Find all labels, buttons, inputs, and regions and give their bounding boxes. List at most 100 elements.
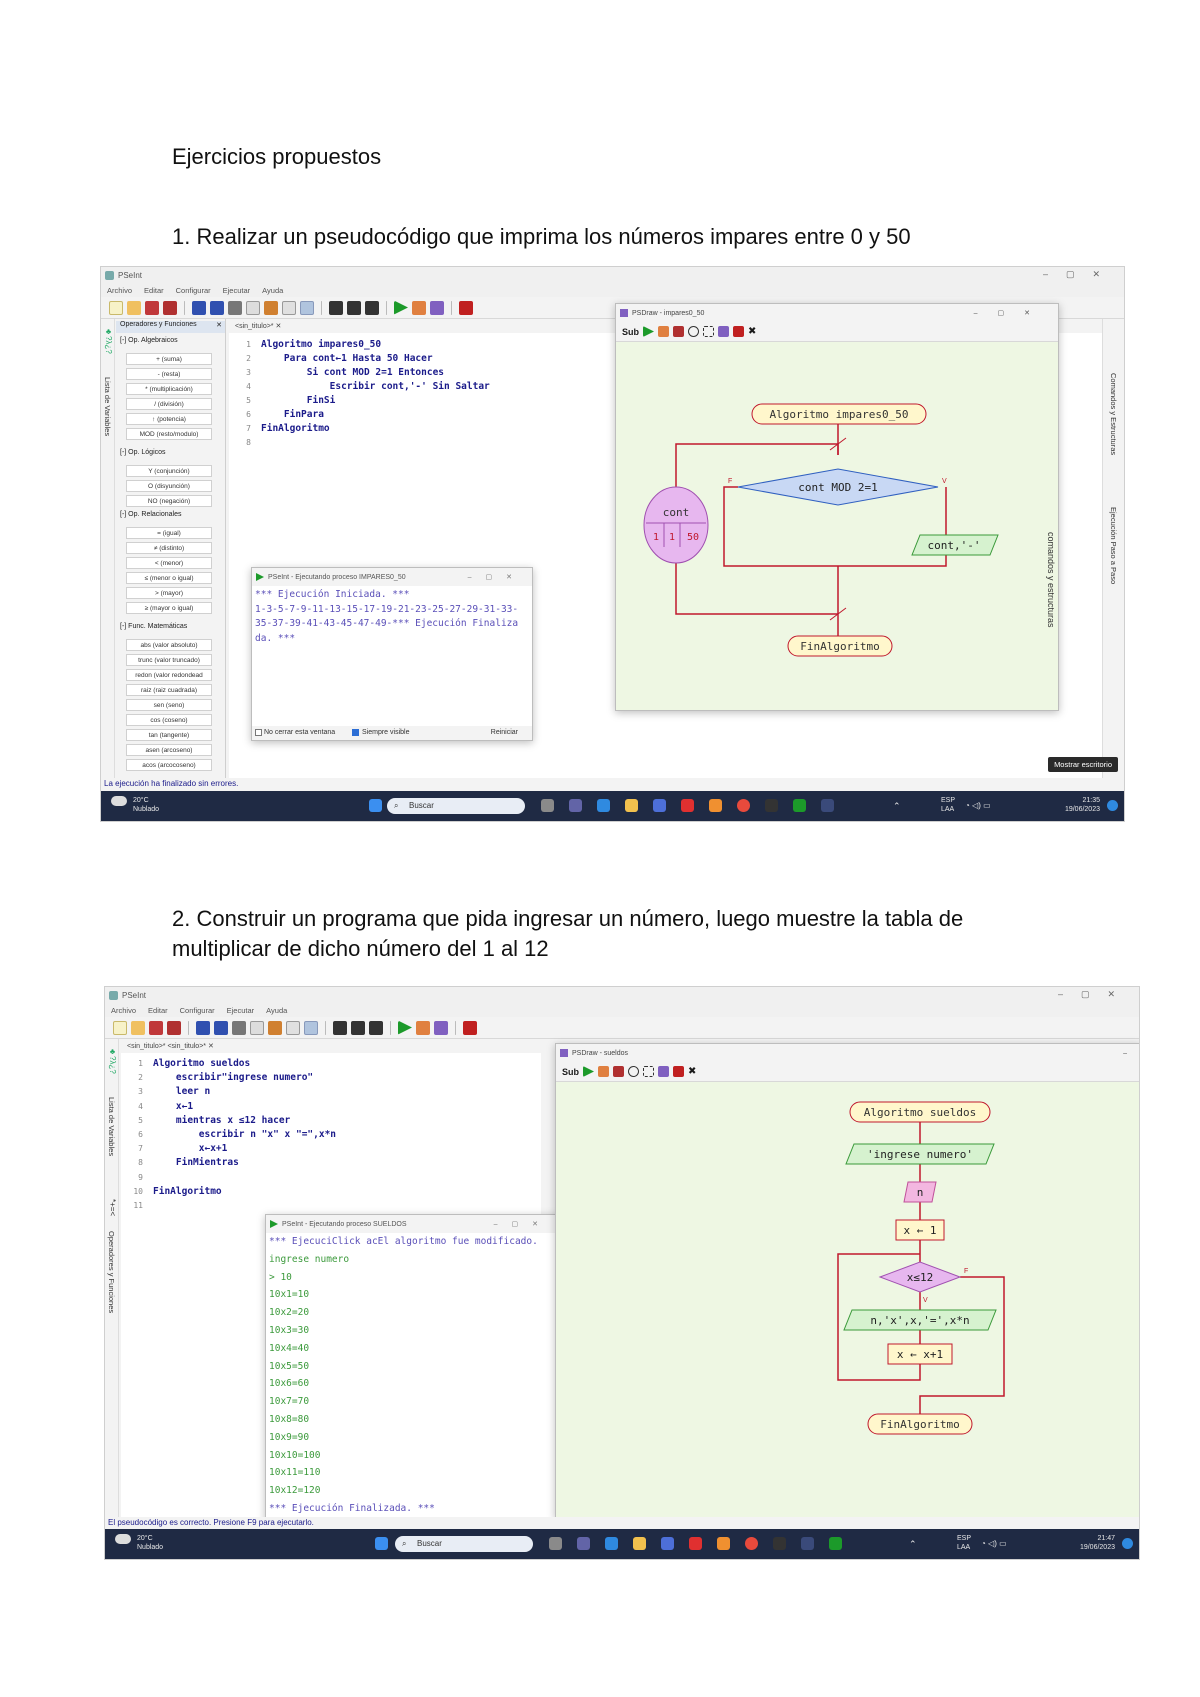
step-icon[interactable] <box>412 300 426 315</box>
code-line[interactable]: 1 Algoritmo sueldos <box>121 1056 250 1071</box>
code-line[interactable]: 5 mientras x ≤12 hacer <box>121 1113 290 1128</box>
functions-icon[interactable] <box>369 1020 383 1035</box>
window-controls[interactable]: –▢✕ <box>974 309 1050 317</box>
weather-widget[interactable]: 20°C Nublado <box>115 1534 163 1551</box>
menu-ayuda[interactable]: Ayuda <box>266 1006 287 1015</box>
menu-ejecutar[interactable]: Ejecutar <box>223 286 251 295</box>
chevron-up-icon[interactable]: ⌃ <box>893 801 901 812</box>
window-controls[interactable]: –▢✕ <box>494 1220 552 1228</box>
section-algebraicos[interactable]: [-] Op. Algebraicos <box>116 337 225 349</box>
psdraw-commands-tab[interactable]: comandos y estructuras <box>1046 532 1056 628</box>
variables-icon[interactable] <box>333 1020 347 1035</box>
zoom-icon[interactable] <box>688 326 699 337</box>
operator-button[interactable]: O (disyunción) <box>126 480 212 492</box>
code-line[interactable]: 3 Si cont MOD 2=1 Entonces <box>229 365 444 380</box>
chrome-icon[interactable] <box>745 1537 758 1550</box>
cut-icon[interactable] <box>232 1020 246 1035</box>
save-as-icon[interactable] <box>167 1020 181 1035</box>
code-line[interactable]: 2 escribir"ingrese numero" <box>121 1070 313 1085</box>
fit-icon[interactable] <box>703 326 714 337</box>
file-explorer-icon[interactable] <box>625 799 638 812</box>
flowchart-icon[interactable] <box>430 300 444 315</box>
redo-icon[interactable] <box>214 1020 228 1035</box>
window-controls[interactable]: –▢✕ <box>1058 989 1133 1000</box>
clock[interactable]: 21:47 19/06/2023 <box>1080 1534 1115 1552</box>
app-colorful-icon[interactable] <box>717 1537 730 1550</box>
close-icon[interactable]: ✕ <box>216 321 222 329</box>
restart-button[interactable]: Reiniciar <box>491 726 518 740</box>
function-button[interactable]: redon (valor redondead <box>126 669 212 681</box>
save-icon[interactable] <box>145 300 159 315</box>
menu-archivo[interactable]: Archivo <box>111 1006 136 1015</box>
task-view-icon[interactable] <box>549 1537 562 1550</box>
new-file-icon[interactable] <box>109 300 123 315</box>
function-button[interactable]: cos (coseno) <box>126 714 212 726</box>
teams-icon[interactable] <box>577 1537 590 1550</box>
chevron-up-icon[interactable]: ⌃ <box>909 1539 917 1550</box>
indent-icon[interactable] <box>286 1020 300 1035</box>
notification-icon[interactable] <box>1107 800 1118 811</box>
close-icon[interactable]: ✖ <box>688 1066 696 1077</box>
operator-button[interactable]: ↑ (potencia) <box>126 413 212 425</box>
operator-button[interactable]: ≠ (distinto) <box>126 542 212 554</box>
open-folder-icon[interactable] <box>127 300 141 315</box>
notification-icon[interactable] <box>1122 1538 1133 1549</box>
step-icon[interactable] <box>416 1020 430 1035</box>
paste-icon[interactable] <box>268 1020 282 1035</box>
help-icon[interactable] <box>733 326 744 337</box>
zoom-icon[interactable] <box>628 1066 639 1077</box>
code-line[interactable]: 3 leer n <box>121 1084 210 1099</box>
windows-start-icon[interactable] <box>375 1537 388 1550</box>
always-visible-checkbox[interactable] <box>352 729 359 736</box>
editor-tab[interactable]: <sin_titulo>* ✕ <box>235 322 281 330</box>
code-line[interactable]: 6 FinPara <box>229 407 324 422</box>
menu-editar[interactable]: Editar <box>144 286 164 295</box>
minimize-icon[interactable]: – <box>1123 1050 1127 1057</box>
operators-strip-icon[interactable]: *+=< <box>108 1199 117 1216</box>
code-line[interactable]: 9 <box>121 1170 153 1185</box>
menu-ayuda[interactable]: Ayuda <box>262 286 283 295</box>
psdraw-icon[interactable] <box>801 1537 814 1550</box>
run-icon[interactable] <box>394 300 408 315</box>
new-file-icon[interactable] <box>113 1020 127 1035</box>
section-logicos[interactable]: [-] Op. Lógicos <box>116 449 225 461</box>
save-icon[interactable] <box>149 1020 163 1035</box>
run-icon[interactable] <box>398 1020 412 1035</box>
file-explorer-icon[interactable] <box>633 1537 646 1550</box>
operator-button[interactable]: / (división) <box>126 398 212 410</box>
menu-configurar[interactable]: Configurar <box>176 286 211 295</box>
windows-start-icon[interactable] <box>369 799 382 812</box>
wifi-volume-battery-icon[interactable]: ◔ ◁) ▭ <box>965 801 991 810</box>
psdraw-icon[interactable] <box>821 799 834 812</box>
operator-button[interactable]: + (suma) <box>126 353 212 365</box>
indent-icon[interactable] <box>282 300 296 315</box>
flowchart-icon[interactable] <box>434 1020 448 1035</box>
language-indicator[interactable]: ESP LAA <box>941 796 955 814</box>
function-button[interactable]: tan (tangente) <box>126 729 212 741</box>
menu-editar[interactable]: Editar <box>148 1006 168 1015</box>
operator-button[interactable]: = (igual) <box>126 527 212 539</box>
panel-tab[interactable]: Operadores y Funciones ✕ <box>116 321 225 333</box>
function-button[interactable]: asen (arcoseno) <box>126 744 212 756</box>
app-red-icon[interactable] <box>681 799 694 812</box>
chrome-icon[interactable] <box>737 799 750 812</box>
sub-icon[interactable]: Sub <box>622 327 639 337</box>
code-line[interactable]: 7 FinAlgoritmo <box>229 421 329 436</box>
cut-icon[interactable] <box>228 300 242 315</box>
code-line[interactable]: 10 FinAlgoritmo <box>121 1184 221 1199</box>
functions-icon[interactable] <box>365 300 379 315</box>
weather-widget[interactable]: 20°C Nublado <box>111 796 159 813</box>
app-chart-icon[interactable] <box>773 1537 786 1550</box>
pseint-icon[interactable] <box>793 799 806 812</box>
variables-icon[interactable] <box>329 300 343 315</box>
step-icon[interactable] <box>658 326 669 337</box>
code-line[interactable]: 1 Algoritmo impares0_50 <box>229 337 381 352</box>
flowchart-icon[interactable] <box>718 326 729 337</box>
search-icon[interactable] <box>300 300 314 315</box>
store-icon[interactable] <box>661 1537 674 1550</box>
undo-icon[interactable] <box>192 300 206 315</box>
app-chart-icon[interactable] <box>765 799 778 812</box>
save-as-icon[interactable] <box>163 300 177 315</box>
commands-icon[interactable] <box>347 300 361 315</box>
section-matematicas[interactable]: [-] Func. Matemáticas <box>116 623 225 635</box>
